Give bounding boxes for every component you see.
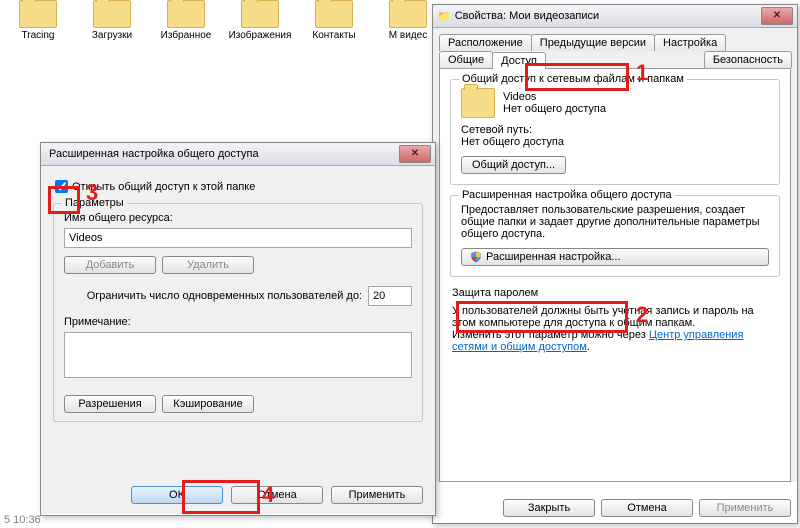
advanced-desc: Предоставляет пользовательские разрешени… bbox=[461, 204, 769, 240]
share-folder-name: Videos bbox=[503, 91, 606, 103]
tab-strip: Расположение Предыдущие версии Настройка… bbox=[439, 34, 791, 68]
tab-security[interactable]: Безопасность bbox=[704, 51, 792, 68]
tab-sheet: Общий доступ к сетевым файлам и папкам V… bbox=[439, 68, 791, 482]
network-sharing-group: Общий доступ к сетевым файлам и папкам V… bbox=[450, 79, 780, 185]
folder-icon bbox=[93, 0, 131, 28]
tab-previous-versions[interactable]: Предыдущие версии bbox=[531, 34, 655, 51]
add-button[interactable]: Добавить bbox=[64, 256, 156, 274]
frame-label: Параметры bbox=[62, 197, 127, 209]
password-line1: У пользователей должны быть учетная запи… bbox=[452, 305, 778, 329]
cancel-button[interactable]: Отмена bbox=[231, 486, 323, 504]
folder-icon bbox=[389, 0, 427, 28]
window-title: Расширенная настройка общего доступа bbox=[45, 148, 396, 160]
folder-icon bbox=[461, 88, 495, 118]
share-name-input[interactable] bbox=[64, 228, 412, 248]
desktop-item[interactable]: Загрузки bbox=[78, 0, 146, 42]
tab-general[interactable]: Общие bbox=[439, 51, 493, 68]
password-protection-group: Защита паролем У пользователей должны бы… bbox=[450, 287, 780, 353]
parameters-frame: Параметры Имя общего ресурса: Добавить У… bbox=[53, 203, 423, 422]
share-button[interactable]: Общий доступ... bbox=[461, 156, 566, 174]
dialog-buttons: Закрыть Отмена Применить bbox=[503, 499, 791, 517]
advanced-sharing-group: Расширенная настройка общего доступа Пре… bbox=[450, 195, 780, 277]
share-status: Нет общего доступа bbox=[503, 103, 606, 115]
dialog-buttons: OK Отмена Применить bbox=[131, 486, 423, 504]
note-textarea[interactable] bbox=[64, 332, 412, 378]
note-label: Примечание: bbox=[64, 316, 412, 328]
shield-icon bbox=[470, 251, 482, 263]
apply-button[interactable]: Применить bbox=[699, 499, 791, 517]
group-label: Расширенная настройка общего доступа bbox=[459, 189, 675, 201]
folder-icon bbox=[315, 0, 353, 28]
network-path-value: Нет общего доступа bbox=[461, 136, 769, 148]
group-label: Общий доступ к сетевым файлам и папкам bbox=[459, 73, 687, 85]
cancel-button[interactable]: Отмена bbox=[601, 499, 693, 517]
user-limit-stepper[interactable] bbox=[368, 286, 412, 306]
folder-icon bbox=[19, 0, 57, 28]
group-label: Защита паролем bbox=[452, 287, 778, 299]
password-line2: Изменить этот параметр можно через Центр… bbox=[452, 329, 778, 353]
advanced-sharing-dialog: Расширенная настройка общего доступа ✕ О… bbox=[40, 142, 436, 516]
desktop-item[interactable]: Tracing bbox=[4, 0, 72, 42]
folder-icon bbox=[167, 0, 205, 28]
tab-location[interactable]: Расположение bbox=[439, 34, 532, 51]
caching-button[interactable]: Кэширование bbox=[162, 395, 254, 413]
folder-icon bbox=[241, 0, 279, 28]
desktop-item[interactable]: Избранное bbox=[152, 0, 220, 42]
advanced-sharing-button[interactable]: Расширенная настройка... bbox=[461, 248, 769, 266]
advanced-sharing-label: Расширенная настройка... bbox=[486, 251, 621, 263]
close-icon[interactable]: ✕ bbox=[761, 7, 793, 25]
permissions-button[interactable]: Разрешения bbox=[64, 395, 156, 413]
window-title: Свойства: Мои видеозаписи bbox=[451, 10, 758, 22]
desktop-item[interactable]: Контакты bbox=[300, 0, 368, 42]
apply-button[interactable]: Применить bbox=[331, 486, 423, 504]
properties-window: 📁 Свойства: Мои видеозаписи ✕ Расположен… bbox=[432, 4, 798, 524]
desktop-item[interactable]: Изображения bbox=[226, 0, 294, 42]
close-icon[interactable]: ✕ bbox=[399, 145, 431, 163]
limit-label: Ограничить число одновременных пользоват… bbox=[64, 290, 362, 302]
share-this-folder-label: Открыть общий доступ к этой папке bbox=[72, 181, 255, 193]
share-this-folder-row[interactable]: Открыть общий доступ к этой папке bbox=[55, 180, 423, 193]
titlebar[interactable]: Расширенная настройка общего доступа ✕ bbox=[41, 143, 435, 166]
network-path-label: Сетевой путь: bbox=[461, 124, 769, 136]
close-button[interactable]: Закрыть bbox=[503, 499, 595, 517]
tab-customize[interactable]: Настройка bbox=[654, 34, 726, 51]
remove-button[interactable]: Удалить bbox=[162, 256, 254, 274]
taskbar-time: 5 10:36 bbox=[4, 514, 41, 526]
share-name-label: Имя общего ресурса: bbox=[64, 212, 412, 224]
window-icon: 📁 bbox=[437, 10, 451, 23]
titlebar[interactable]: 📁 Свойства: Мои видеозаписи ✕ bbox=[433, 5, 797, 28]
ok-button[interactable]: OK bbox=[131, 486, 223, 504]
tab-sharing[interactable]: Доступ bbox=[492, 52, 546, 69]
share-this-folder-checkbox[interactable] bbox=[55, 180, 68, 193]
